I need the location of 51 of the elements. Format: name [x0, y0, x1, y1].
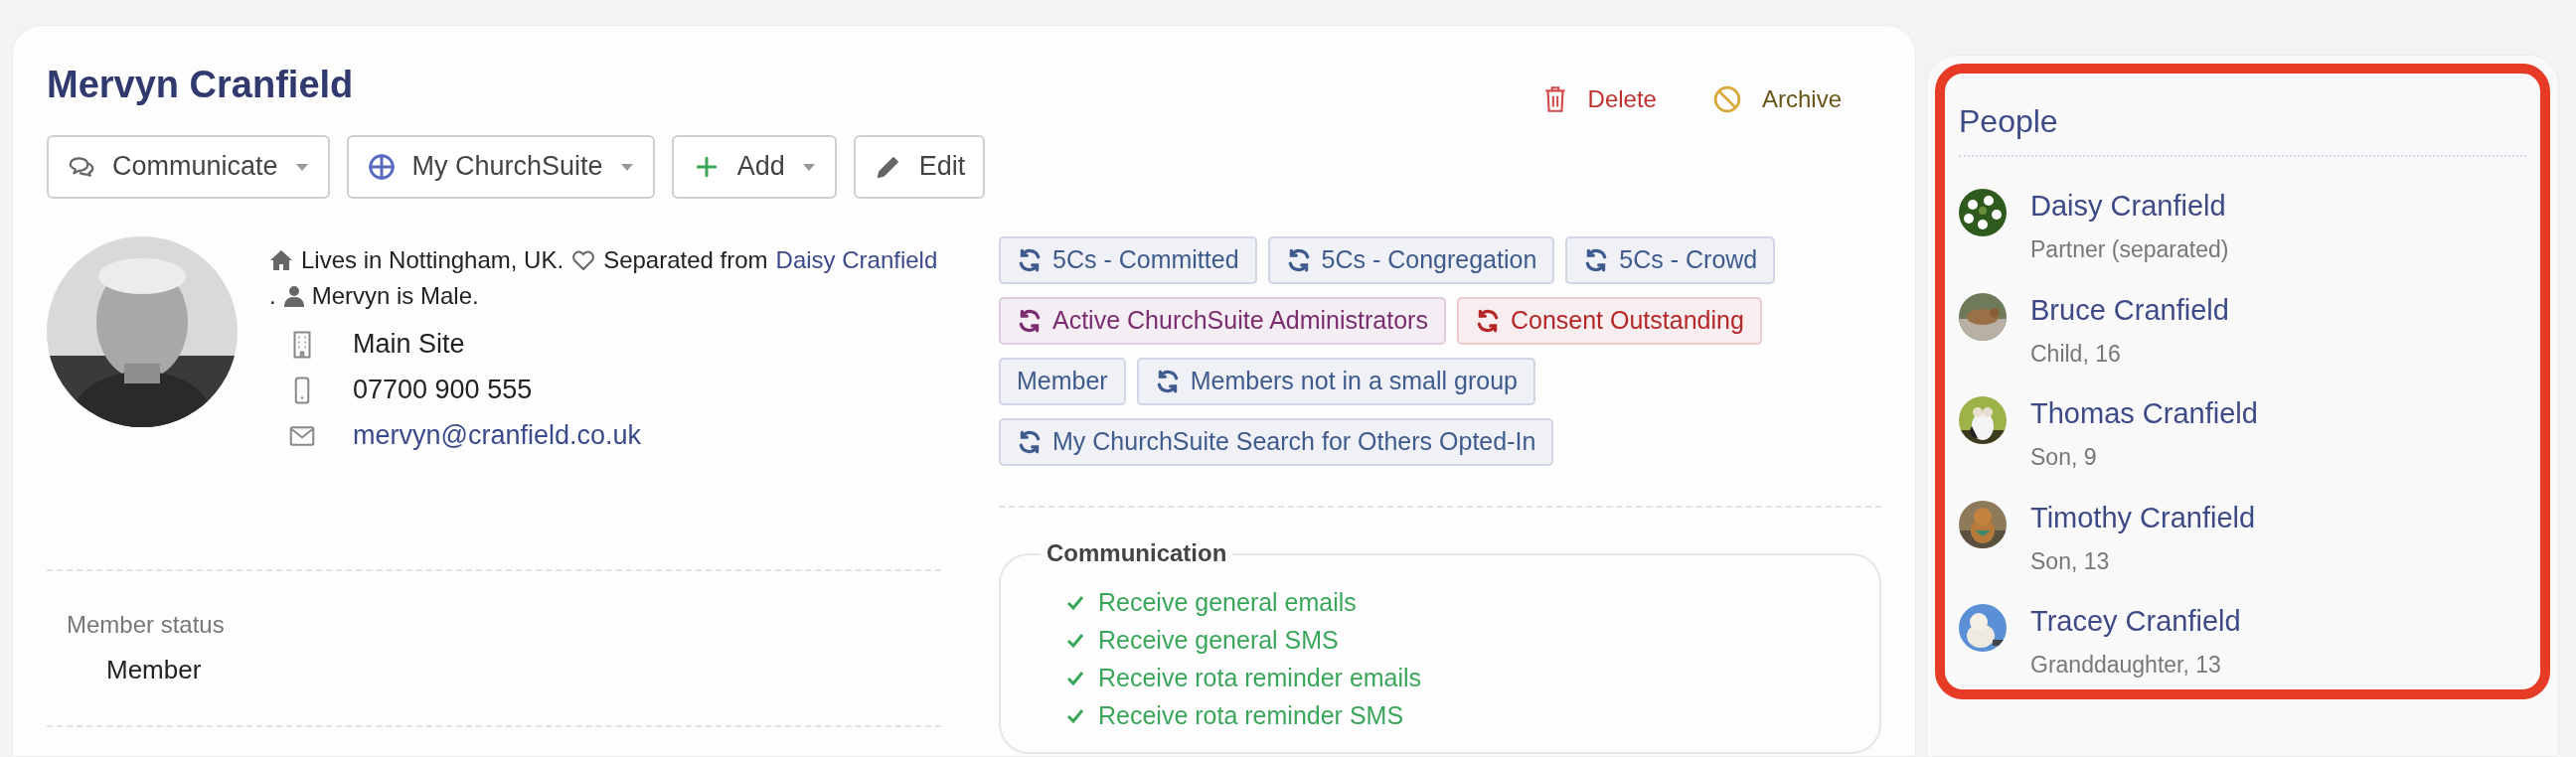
relation-end: . [269, 280, 276, 311]
relation-text: Partner (separated) [2030, 235, 2229, 264]
preference-text: Receive rota reminder emails [1098, 662, 1422, 693]
tag[interactable]: Members not in a small group [1136, 357, 1535, 405]
caret-icon [800, 161, 817, 172]
home-icon [269, 248, 293, 271]
relation-text: Son, 13 [2030, 546, 2111, 576]
relation-text: Son, 9 [2030, 443, 2098, 472]
archive-button[interactable]: Archive [1711, 81, 1842, 117]
sync-icon [1017, 428, 1043, 455]
partner-link[interactable]: Daisy Cranfield [775, 241, 938, 278]
person-link[interactable]: Bruce Cranfield [2030, 292, 2229, 327]
person-icon [283, 284, 304, 307]
heart-icon [571, 248, 596, 271]
preference-text: Receive general emails [1098, 586, 1357, 618]
person-link[interactable]: Timothy Cranfield [2030, 500, 2256, 534]
toolbar-button[interactable]: My ChurchSuite [346, 134, 655, 199]
tag[interactable]: Active ChurchSuite Administrators [999, 296, 1446, 345]
field-value: Member [105, 653, 203, 686]
person-name: Mervyn Cranfield [47, 63, 355, 107]
panel-title: People [1959, 97, 2526, 157]
prohibited-icon [1711, 84, 1742, 114]
delete-button[interactable]: Delete [1541, 81, 1657, 117]
caret-icon [618, 161, 635, 172]
relation-text: Separated from [603, 244, 768, 275]
tag[interactable]: Consent Outstanding [1456, 296, 1762, 345]
sync-icon [1017, 246, 1043, 273]
gender-text: Mervyn is Male. [311, 280, 479, 311]
field-label: Member status [67, 609, 226, 640]
toolbar-button[interactable]: Add [671, 134, 837, 199]
tag[interactable]: Member [999, 357, 1126, 405]
tag[interactable]: 5Cs - Crowd [1565, 235, 1776, 284]
preference-text: Receive general SMS [1098, 624, 1339, 656]
tag[interactable]: My ChurchSuite Search for Others Opted-In [999, 417, 1554, 466]
globe-icon [366, 151, 397, 182]
toolbar-button[interactable]: Edit [853, 134, 986, 199]
phone-number: 07700 900 555 [353, 374, 533, 407]
preference-text: Receive rota reminder SMS [1098, 699, 1404, 731]
person-link[interactable]: Tracey Cranfield [2030, 604, 2241, 638]
site-name: Main Site [353, 328, 465, 362]
tag[interactable]: 5Cs - Congregation [1267, 235, 1555, 284]
person-link[interactable]: Daisy Cranfield [2030, 189, 2229, 223]
email-link[interactable]: mervyn@cranfield.co.uk [353, 415, 641, 456]
relation-text: Granddaughter, 13 [2030, 651, 2222, 680]
sync-icon [1017, 307, 1043, 334]
person-link[interactable]: Thomas Cranfield [2030, 396, 2258, 430]
tag[interactable]: 5Cs - Committed [999, 235, 1257, 284]
toolbar-button[interactable]: Communicate [47, 134, 330, 199]
location-text: Lives in Nottingham, UK. [301, 244, 564, 275]
caret-icon [293, 161, 310, 172]
relation-text: Child, 16 [2030, 339, 2122, 369]
